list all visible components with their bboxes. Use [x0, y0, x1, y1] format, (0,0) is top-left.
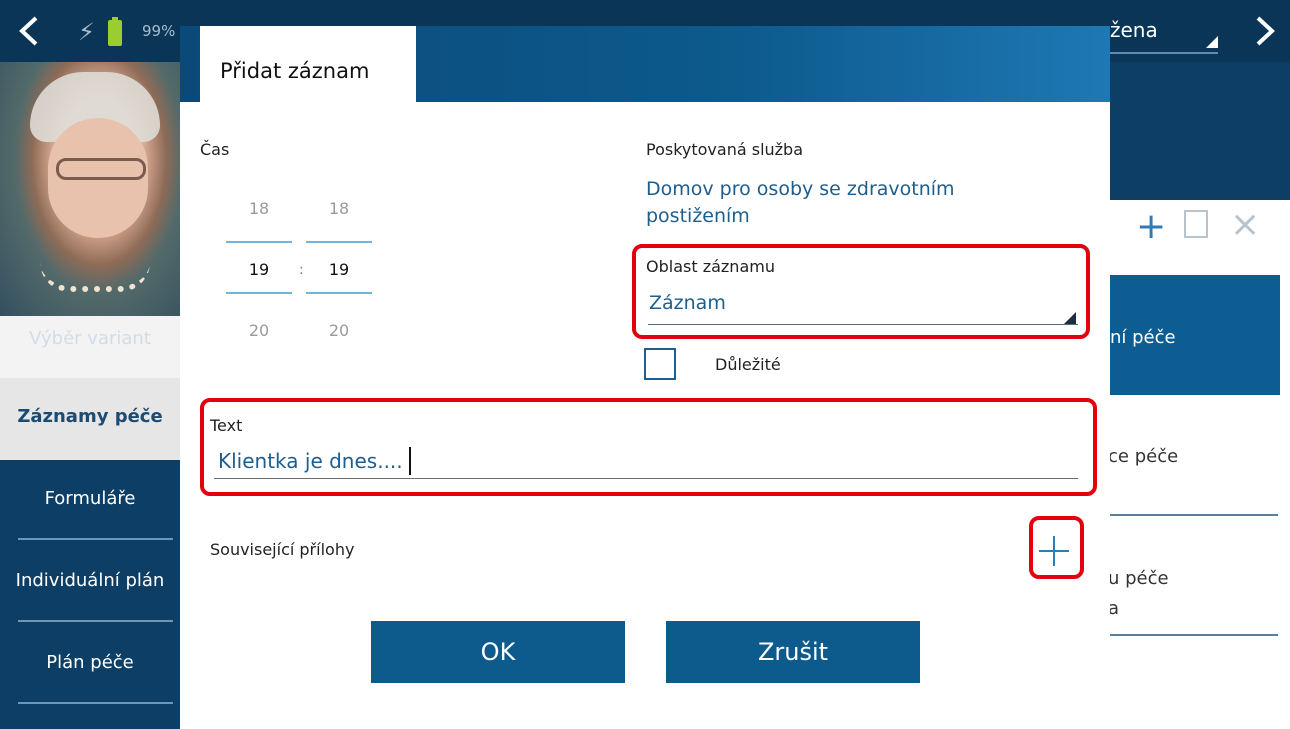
cancel-button[interactable]: Zrušit [666, 621, 920, 683]
minute-divider-bottom [306, 292, 372, 294]
service-value-line2: postižením [646, 205, 750, 227]
hour-divider-bottom [226, 292, 292, 294]
background-content-strip [180, 712, 1110, 729]
right-panel-header [1108, 62, 1290, 200]
dropdown-caret-icon [1206, 36, 1218, 48]
edit-icon[interactable] [1184, 210, 1208, 238]
minute-prev[interactable]: 18 [306, 199, 372, 218]
important-label: Důležité [715, 355, 781, 374]
time-separator: : [299, 262, 304, 278]
hour-divider-top [226, 241, 292, 243]
sidebar-divider [18, 538, 173, 540]
sidebar-item-variants[interactable]: Výběr variant [0, 328, 180, 349]
right-list-item[interactable]: ce péče [1108, 446, 1178, 467]
minute-next[interactable]: 20 [306, 321, 372, 340]
highlight-text-field [200, 398, 1097, 496]
sidebar-divider [18, 702, 173, 704]
sidebar-divider [18, 620, 173, 622]
service-label: Poskytovaná služba [646, 140, 804, 159]
sidebar-item-care-plan[interactable]: Plán péče [0, 652, 180, 673]
service-value-line1: Domov pro osoby se zdravotním [646, 178, 955, 200]
highlight-add-attachment [1029, 516, 1084, 579]
sidebar-item-label: Záznamy péče [17, 406, 163, 427]
important-checkbox[interactable] [644, 348, 676, 380]
hour-prev[interactable]: 18 [226, 199, 292, 218]
right-list-divider [1108, 634, 1278, 636]
battery-percentage: 99% [142, 22, 176, 40]
attachments-label: Související přílohy [210, 540, 355, 559]
battery-icon [108, 17, 122, 46]
ok-button[interactable]: OK [371, 621, 625, 683]
sidebar-item-care-records[interactable]: Záznamy péče [0, 378, 180, 460]
right-list-item[interactable]: u péče [1108, 568, 1169, 589]
close-icon[interactable]: × [1230, 204, 1260, 245]
sidebar-item-individual-plan[interactable]: Individuální plán [0, 570, 180, 591]
highlight-area-field [632, 244, 1090, 339]
dialog-header: Přidat záznam [180, 26, 1110, 102]
time-label: Čas [200, 140, 230, 159]
client-name-select[interactable]: žena [1110, 18, 1158, 42]
client-photo [0, 62, 180, 316]
right-list-divider [1108, 514, 1278, 516]
right-card[interactable]: ní péče [1108, 275, 1280, 395]
back-arrow-icon[interactable] [14, 14, 44, 48]
right-card-label: ní péče [1110, 327, 1176, 348]
dialog-title-tab: Přidat záznam [200, 26, 416, 102]
sidebar-item-forms[interactable]: Formuláře [0, 488, 180, 509]
add-icon[interactable]: + [1136, 206, 1166, 247]
minute-picker[interactable]: 19 [306, 260, 372, 279]
forward-arrow-icon[interactable] [1250, 14, 1280, 48]
minute-divider-top [306, 241, 372, 243]
right-toolbar: + × [1108, 200, 1290, 260]
add-record-dialog: Přidat záznam Čas 18 19 20 : 18 19 20 Po… [180, 26, 1110, 712]
hour-picker[interactable]: 19 [226, 260, 292, 279]
charging-icon: ⚡ [78, 18, 95, 46]
dialog-title: Přidat záznam [220, 59, 370, 83]
client-select-underline [1100, 52, 1218, 54]
hour-next[interactable]: 20 [226, 321, 292, 340]
